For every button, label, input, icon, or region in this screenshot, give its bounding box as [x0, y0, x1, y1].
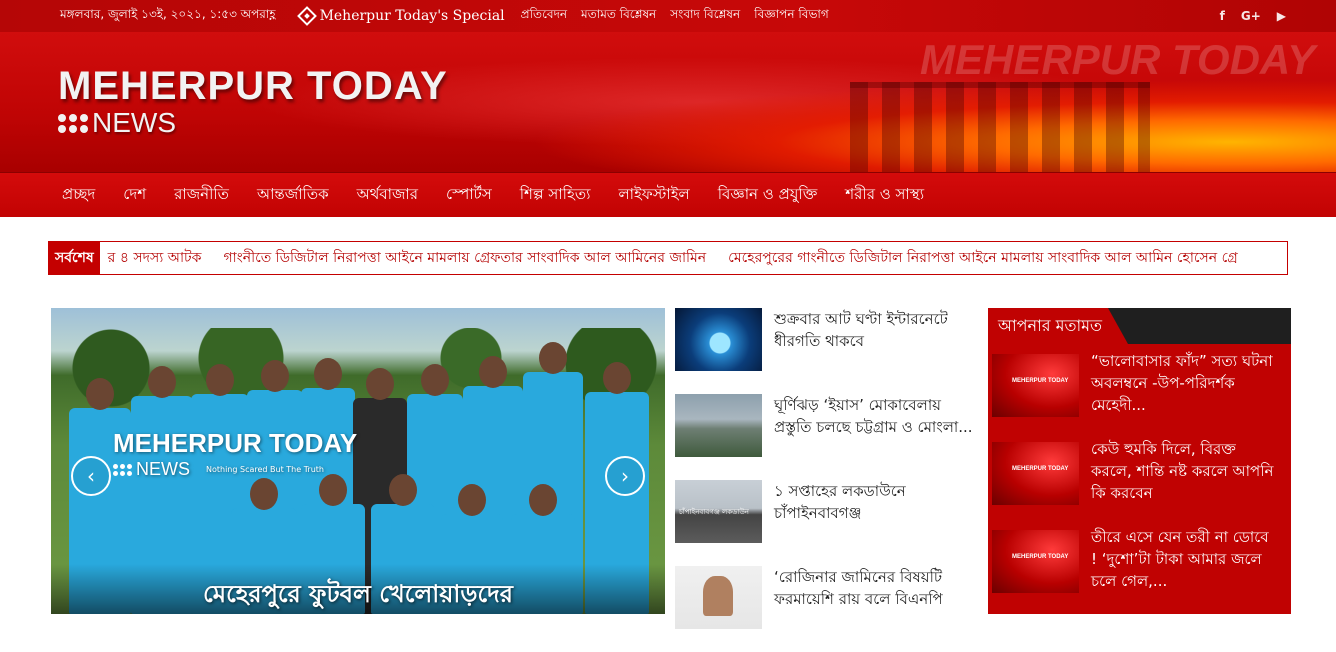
diamond-icon — [296, 6, 317, 26]
news-thumbnail[interactable] — [675, 394, 762, 457]
logo-title: MEHERPUR TODAY — [58, 64, 448, 108]
opinion-header: আপনার মতামত — [988, 308, 1291, 344]
nav-home[interactable]: প্রচ্ছদ — [62, 183, 95, 208]
top-link-opinion[interactable]: মতামত বিশ্লেষন — [581, 6, 656, 26]
slider-next-button[interactable]: › — [605, 456, 645, 496]
header-banner: MEHERPUR TODAY MEHERPUR TODAY NEWS — [0, 32, 1336, 172]
opinion-title[interactable]: তীরে এসে যেন তরী না ডোবে ! ‘দুশো’টা টাকা… — [1091, 526, 1277, 614]
news-title[interactable]: ‘রোজিনার জামিনের বিষয়টি ফরমায়েশি রায় … — [774, 566, 975, 652]
list-item[interactable]: ‘রোজিনার জামিনের বিষয়টি ফরমায়েশি রায় … — [675, 566, 975, 652]
ticker-item[interactable]: গাংনীতে ডিজিটাল নিরাপত্তা আইনে মামলায় গ… — [223, 246, 706, 270]
top-links: প্রতিবেদন মতামত বিশ্লেষন সংবাদ বিশ্লেষন … — [521, 6, 829, 26]
dots-icon — [58, 113, 88, 133]
opinion-thumbnail[interactable]: MEHERPUR TODAY — [992, 354, 1079, 417]
site-logo[interactable]: MEHERPUR TODAY NEWS — [58, 64, 448, 139]
nav-sports[interactable]: স্পোর্টস — [446, 183, 492, 208]
opinion-title[interactable]: কেউ হুমকি দিলে, বিরক্ত করলে, শান্তি নষ্ট… — [1091, 438, 1277, 526]
opinion-title[interactable]: “ভালোবাসার ফাঁদ” সত্য ঘটনা অবলম্বনে -উপ-… — [1091, 350, 1277, 438]
news-thumbnail[interactable] — [675, 308, 762, 371]
ticker-item[interactable]: মেহেরপুরের গাংনীতে ডিজিটাল নিরাপত্তা আইন… — [728, 246, 1238, 270]
slider-caption[interactable]: মেহেরপুরে ফুটবল খেলোয়াড়দের — [51, 564, 665, 614]
news-title[interactable]: শুক্রবার আট ঘণ্টা ইন্টারনেটে ধীরগতি থাকব… — [774, 308, 975, 394]
opinion-widget: আপনার মতামত MEHERPUR TODAY “ভালোবাসার ফা… — [988, 308, 1291, 614]
chevron-right-icon: › — [621, 464, 629, 488]
nav-international[interactable]: আন্তর্জাতিক — [257, 183, 329, 208]
top-link-report[interactable]: প্রতিবেদন — [521, 6, 567, 26]
slider-prev-button[interactable]: ‹ — [71, 456, 111, 496]
top-link-news-analysis[interactable]: সংবাদ বিশ্লেষন — [670, 6, 740, 26]
list-item[interactable]: MEHERPUR TODAY তীরে এসে যেন তরী না ডোবে … — [988, 526, 1291, 614]
list-item[interactable]: MEHERPUR TODAY কেউ হুমকি দিলে, বিরক্ত কর… — [988, 438, 1291, 526]
list-item[interactable]: MEHERPUR TODAY “ভালোবাসার ফাঁদ” সত্য ঘটন… — [988, 350, 1291, 438]
list-item[interactable]: চাঁপাইনবাবগঞ্জ লকডাউন ১ সপ্তাহের লকডাউনে… — [675, 480, 975, 566]
ticker-item[interactable]: র ৪ সদস্য আটক — [108, 246, 202, 270]
news-title[interactable]: ঘূর্ণিঝড় ‘ইয়াস’ মোকাবেলায় প্রস্তুতি চ… — [774, 394, 975, 480]
latest-news-list: শুক্রবার আট ঘণ্টা ইন্টারনেটে ধীরগতি থাকব… — [675, 308, 975, 652]
news-title[interactable]: ১ সপ্তাহের লকডাউনে চাঁপাইনবাবগঞ্জ — [774, 480, 975, 566]
logo-subtitle: NEWS — [92, 107, 176, 138]
banner-watermark: MEHERPUR TODAY — [920, 36, 1316, 83]
chevron-left-icon: ‹ — [87, 464, 95, 488]
social-links: f G+ ▶ — [1220, 0, 1286, 32]
nav-country[interactable]: দেশ — [123, 183, 146, 208]
facebook-icon[interactable]: f — [1220, 9, 1225, 23]
main-nav: প্রচ্ছদ দেশ রাজনীতি আন্তর্জাতিক অর্থবাজা… — [0, 172, 1336, 219]
news-thumbnail[interactable] — [675, 566, 762, 629]
list-item[interactable]: শুক্রবার আট ঘণ্টা ইন্টারনেটে ধীরগতি থাকব… — [675, 308, 975, 394]
nav-literature[interactable]: শিল্প সাহিত্য — [520, 183, 591, 208]
top-bar: মঙ্গলবার, জুলাই ১৩ই, ২০২১, ১:৫৩ অপরাহ্ণ … — [0, 0, 1336, 32]
nav-science-tech[interactable]: বিজ্ঞান ও প্রযুক্তি — [718, 183, 818, 208]
nav-economy[interactable]: অর্থবাজার — [357, 183, 418, 208]
opinion-heading: আপনার মতামত — [988, 308, 1128, 344]
nav-lifestyle[interactable]: লাইফস্টাইল — [618, 183, 689, 208]
building-graphic — [850, 82, 1150, 172]
nav-health[interactable]: শরীর ও সাস্থ্য — [845, 183, 924, 208]
top-link-advertising[interactable]: বিজ্ঞাপন বিভাগ — [754, 6, 829, 26]
list-item[interactable]: ঘূর্ণিঝড় ‘ইয়াস’ মোকাবেলায় প্রস্তুতি চ… — [675, 394, 975, 480]
thumbnail-sign: চাঁপাইনবাবগঞ্জ লকডাউন — [679, 508, 749, 516]
ticker-track: র ৪ সদস্য আটক গাংনীতে ডিজিটাল নিরাপত্তা … — [108, 246, 1238, 270]
special-link[interactable]: Meherpur Today's Special — [296, 6, 505, 26]
current-date: মঙ্গলবার, জুলাই ১৩ই, ২০২১, ১:৫৩ অপরাহ্ণ — [60, 7, 276, 21]
youtube-icon[interactable]: ▶ — [1277, 9, 1286, 23]
breaking-news-ticker: সর্বশেষ র ৪ সদস্য আটক গাংনীতে ডিজিটাল নি… — [48, 241, 1288, 275]
google-plus-icon[interactable]: G+ — [1241, 9, 1261, 23]
nav-politics[interactable]: রাজনীতি — [174, 183, 229, 208]
opinion-thumbnail[interactable]: MEHERPUR TODAY — [992, 442, 1079, 505]
opinion-thumbnail[interactable]: MEHERPUR TODAY — [992, 530, 1079, 593]
photo-watermark: MEHERPUR TODAY NEWS Nothing Scared But T… — [113, 428, 358, 479]
news-thumbnail[interactable]: চাঁপাইনবাবগঞ্জ লকডাউন — [675, 480, 762, 543]
special-label: Meherpur Today's Special — [319, 8, 505, 24]
featured-slider[interactable]: MEHERPUR TODAY NEWS Nothing Scared But T… — [51, 308, 665, 614]
ticker-label: সর্বশেষ — [49, 242, 100, 274]
